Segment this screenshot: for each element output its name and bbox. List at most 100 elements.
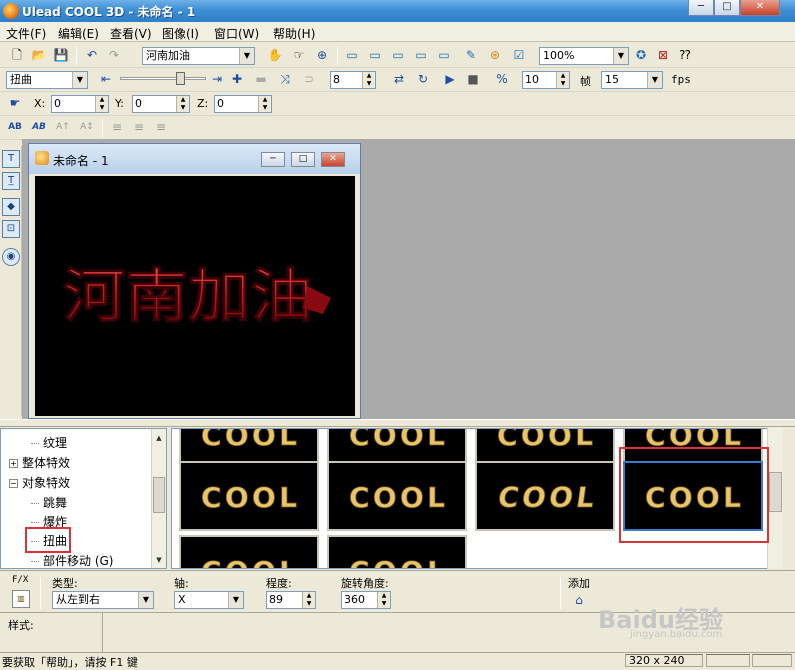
bevel-icon-5[interactable]: ▭ (435, 46, 453, 64)
spinner-icon[interactable]: ▲ ▼ (302, 592, 315, 608)
help-pointer-icon[interactable]: ⁇ (676, 46, 694, 64)
scroll-thumb[interactable] (153, 477, 165, 513)
wizard-icon[interactable]: ✪ (632, 46, 650, 64)
open-folder-icon[interactable]: 📂 (30, 46, 48, 64)
text-italic-icon[interactable]: AB (30, 118, 48, 136)
spinner-icon[interactable]: ▲ ▼ (176, 96, 189, 112)
effect-thumbnail[interactable]: COOL (327, 461, 467, 531)
spinner-icon[interactable]: ▲ ▼ (556, 72, 569, 88)
object-select-icon[interactable]: ⊡ (2, 220, 20, 238)
remove-keyframe-icon[interactable]: ▬ (252, 70, 270, 88)
tree-item[interactable]: 跳舞 (31, 494, 67, 511)
effect-thumbnail[interactable]: COOL (179, 461, 319, 531)
tree-item[interactable]: 扭曲 (25, 527, 71, 553)
repeat-icon[interactable]: ↻ (414, 70, 432, 88)
menu-view[interactable]: 查看(V) (110, 25, 152, 42)
scroll-thumb[interactable] (769, 472, 782, 512)
doc-close-button[interactable]: ✕ (321, 152, 345, 167)
play-icon[interactable]: ▶ (441, 70, 459, 88)
rotation-angle-input[interactable]: 360 ▲ ▼ (341, 591, 391, 609)
bevel-icon-3[interactable]: ▭ (389, 46, 407, 64)
tree-item[interactable]: 部件移动 (G) (31, 552, 113, 569)
doc-maximize-button[interactable]: □ (291, 152, 315, 167)
edit-text-icon[interactable]: T̲ (2, 172, 20, 190)
x-input[interactable]: 0 ▲ ▼ (51, 95, 109, 113)
move-hand-icon[interactable]: ☛ (6, 94, 24, 112)
menu-file[interactable]: 文件(F) (6, 25, 46, 42)
fx-icon[interactable]: ▥ (12, 590, 30, 608)
minimize-button[interactable]: ─ (688, 0, 714, 16)
bevel-icon-4[interactable]: ▭ (412, 46, 430, 64)
effect-type-select[interactable]: 扭曲 ▼ (6, 71, 88, 89)
hand-icon[interactable]: ✋ (266, 46, 284, 64)
collapse-icon[interactable]: − (9, 479, 18, 488)
align-right-icon[interactable]: ≡ (152, 118, 170, 136)
tree-scrollbar[interactable]: ▲ ▼ (151, 429, 166, 568)
frame-number-input[interactable]: 8 ▲ ▼ (330, 71, 376, 89)
tree-item[interactable]: − 对象特效 (9, 474, 70, 491)
bevel-icon-2[interactable]: ▭ (366, 46, 384, 64)
y-input[interactable]: 0 ▲ ▼ (132, 95, 190, 113)
chart-icon[interactable]: ☑ (510, 46, 528, 64)
redo-icon[interactable]: ↷ (105, 46, 123, 64)
add-keyframe-icon[interactable]: ✚ (228, 70, 246, 88)
doc-minimize-button[interactable]: ─ (261, 152, 285, 167)
effect-thumbnail[interactable]: COOL (475, 461, 615, 531)
insert-shape-icon[interactable]: ◆ (2, 198, 20, 216)
frames-count-input[interactable]: 10 ▲ ▼ (522, 71, 570, 89)
gallery-scrollbar[interactable] (767, 428, 783, 569)
degree-input[interactable]: 89 ▲ ▼ (266, 591, 316, 609)
undo-icon[interactable]: ↶ (83, 46, 101, 64)
slider-thumb[interactable] (176, 72, 185, 85)
z-input[interactable]: 0 ▲ ▼ (214, 95, 272, 113)
canvas[interactable]: 河南加油 (35, 176, 355, 416)
last-frame-icon[interactable]: ⇥ (208, 70, 226, 88)
spinner-icon[interactable]: ▲ ▼ (377, 592, 390, 608)
light-icon[interactable]: ✎ (462, 46, 480, 64)
scroll-down-icon[interactable]: ▼ (152, 553, 166, 567)
panel-splitter[interactable] (0, 419, 795, 427)
stop-icon[interactable]: ■ (464, 70, 482, 88)
loop-icon[interactable]: ⇄ (390, 70, 408, 88)
zoom-target-icon[interactable]: ⊕ (313, 46, 331, 64)
add-to-gallery-icon[interactable]: ⌂ (570, 591, 588, 609)
spinner-icon[interactable]: ▲ ▼ (95, 96, 108, 112)
first-frame-icon[interactable]: ⇤ (97, 70, 115, 88)
menu-window[interactable]: 窗口(W) (214, 25, 259, 42)
rotate-hand-icon[interactable]: ☞ (290, 46, 308, 64)
expand-icon[interactable]: + (9, 459, 18, 468)
shift-icon[interactable]: ⊃ (300, 70, 318, 88)
menu-edit[interactable]: 编辑(E) (58, 25, 99, 42)
menu-help[interactable]: 帮助(H) (273, 25, 315, 42)
percent-icon[interactable]: % (493, 70, 511, 88)
save-icon[interactable]: 💾 (52, 46, 70, 64)
line-spacing-icon[interactable]: A↕ (78, 118, 96, 136)
menu-image[interactable]: 图像(I) (162, 25, 199, 42)
maximize-button[interactable]: □ (714, 0, 740, 16)
fps-select[interactable]: 15 ▼ (601, 71, 663, 89)
spinner-icon[interactable]: ▲ ▼ (362, 72, 375, 88)
reverse-icon[interactable]: ⤨ (276, 70, 294, 88)
effect-thumbnail[interactable]: COOL (327, 535, 467, 568)
text-object-select[interactable]: 河南加油 ▼ (142, 47, 255, 65)
tree-item[interactable]: 纹理 (31, 434, 67, 451)
spinner-icon[interactable]: ▲ ▼ (258, 96, 271, 112)
type-select[interactable]: 从左到右 ▼ (52, 591, 154, 609)
globe-icon[interactable]: ⊛ (486, 46, 504, 64)
align-left-icon[interactable]: ≡ (108, 118, 126, 136)
insert-text-icon[interactable]: T (2, 150, 20, 168)
zoom-select[interactable]: 100% ▼ (539, 47, 629, 65)
document-window[interactable]: 未命名 - 1 ─ □ ✕ 河南加油 (28, 143, 361, 419)
axis-select[interactable]: X ▼ (174, 591, 244, 609)
align-center-icon[interactable]: ≡ (130, 118, 148, 136)
export-icon[interactable]: ⊠ (654, 46, 672, 64)
close-button[interactable]: ✕ (740, 0, 780, 16)
object-list-icon[interactable]: ◉ (2, 248, 20, 266)
tree-item[interactable]: + 整体特效 (9, 454, 70, 471)
scroll-up-icon[interactable]: ▲ (152, 431, 166, 445)
timeline-slider[interactable] (120, 72, 206, 86)
new-file-icon[interactable]: 🗋 (8, 46, 26, 64)
effect-thumbnail[interactable]: COOL (179, 535, 319, 568)
char-spacing-icon[interactable]: A↑ (54, 118, 72, 136)
bevel-icon-1[interactable]: ▭ (343, 46, 361, 64)
